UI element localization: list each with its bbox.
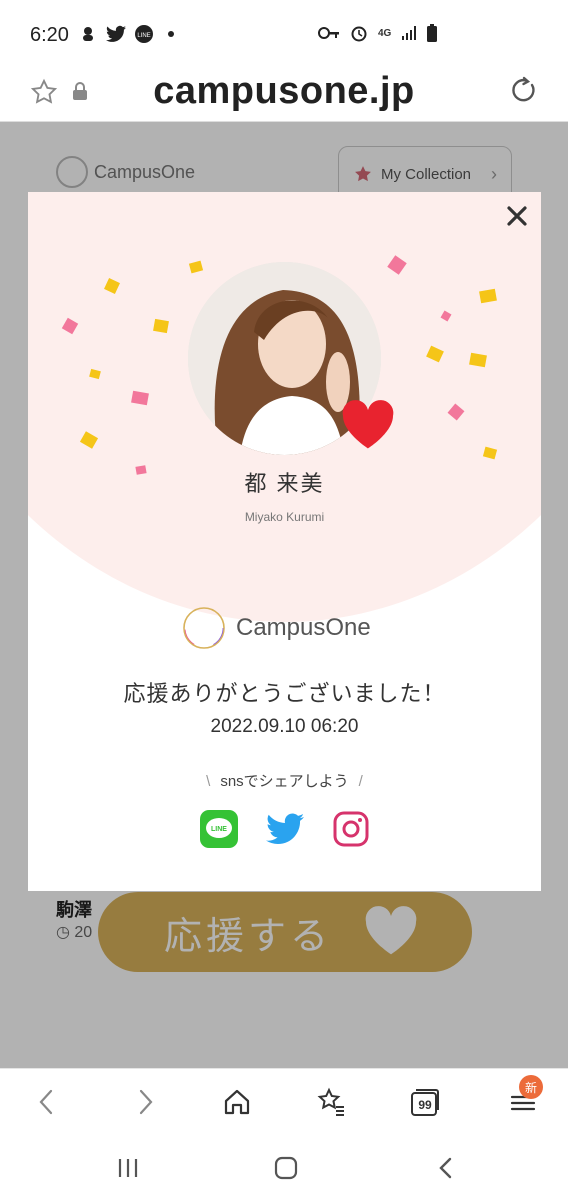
- recent-apps-icon[interactable]: [116, 1156, 140, 1180]
- thanks-message: 応援ありがとうございました！: [123, 681, 446, 706]
- android-nav-bar: [0, 1134, 568, 1200]
- back-icon[interactable]: [32, 1087, 62, 1117]
- instagram-icon: [333, 811, 368, 847]
- network-type: 4G: [378, 27, 392, 39]
- share-label-left-slash: \: [206, 773, 211, 790]
- person-name-roman: Miyako Kurumi: [244, 510, 325, 524]
- support-datetime: 2022.09.10 06:20: [210, 716, 359, 737]
- share-label: \ snsでシェアしよう /: [28, 770, 541, 791]
- line-icon: LINE: [135, 25, 153, 43]
- share-label-text: snsでシェアしよう: [220, 773, 349, 790]
- notification-icons: LINE: [78, 24, 174, 44]
- campusone-logo-text: CampusOne: [236, 614, 371, 641]
- line-share-button[interactable]: LINE: [199, 810, 238, 848]
- new-badge: 新: [519, 1075, 543, 1099]
- campusone-logo: CampusOne: [182, 606, 371, 650]
- close-icon[interactable]: [503, 202, 531, 230]
- twitter-share-button[interactable]: [265, 810, 304, 848]
- browser-toolbar: 99: [0, 1068, 568, 1134]
- home-icon[interactable]: [222, 1087, 252, 1117]
- instagram-share-button[interactable]: [332, 810, 370, 848]
- more-notifications-dot: [168, 31, 174, 37]
- address-bar[interactable]: campusone.jp: [0, 66, 568, 122]
- tabs-button[interactable]: 99: [410, 1087, 440, 1117]
- url-domain[interactable]: campusone.jp: [0, 70, 568, 113]
- share-label-right-slash: /: [358, 773, 363, 790]
- tabs-count: 99: [418, 1098, 432, 1112]
- svg-text:LINE: LINE: [211, 826, 227, 833]
- alarm-icon: [351, 26, 367, 42]
- bookmarks-icon[interactable]: [316, 1087, 346, 1117]
- line-icon: LINE: [199, 810, 238, 848]
- twitter-icon: [265, 813, 304, 845]
- system-status-icons: 4G: [318, 24, 438, 42]
- back-nav-icon[interactable]: [434, 1156, 458, 1180]
- heart-badge-icon: [342, 400, 394, 449]
- status-time: 6:20: [30, 24, 69, 46]
- forward-icon[interactable]: [130, 1087, 160, 1117]
- reload-icon[interactable]: [510, 76, 538, 104]
- dog-icon: [83, 27, 93, 41]
- status-bar: 6:20 LINE 4G: [0, 0, 568, 66]
- campusone-ring-icon: [183, 607, 225, 649]
- twitter-icon: [106, 25, 126, 42]
- svg-text:LINE: LINE: [137, 33, 150, 39]
- person-name: 都 来美: [244, 471, 325, 496]
- share-buttons: LINE: [28, 810, 541, 848]
- signal-icon: [402, 26, 417, 40]
- battery-icon: [427, 24, 438, 42]
- key-icon: [318, 27, 339, 39]
- support-thanks-modal: 都 来美 Miyako Kurumi CampusOne 応援ありがとうございま…: [28, 192, 541, 891]
- home-nav-icon[interactable]: [274, 1156, 298, 1180]
